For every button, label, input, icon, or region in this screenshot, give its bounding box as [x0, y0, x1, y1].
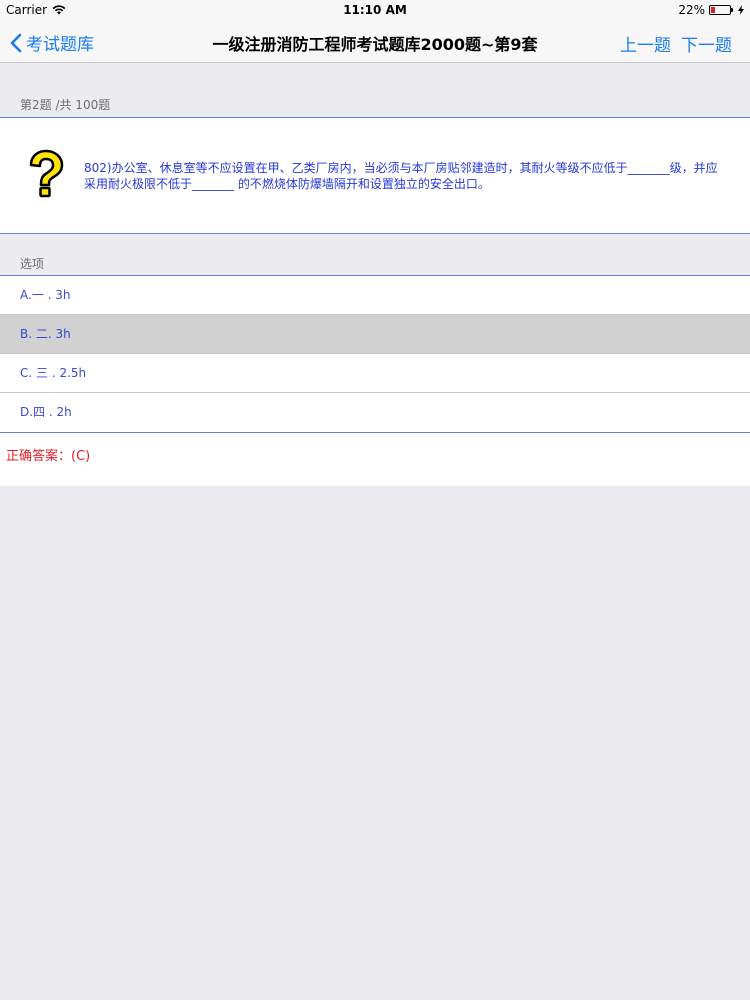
answer-panel: 正确答案：(C)	[0, 433, 750, 486]
option-c[interactable]: C. 三 . 2.5h	[0, 354, 750, 393]
battery-icon	[709, 5, 733, 15]
previous-question-button[interactable]: 上一题	[620, 31, 671, 56]
correct-answer-text: 正确答案：(C)	[6, 449, 91, 464]
status-battery-group: 22%	[678, 3, 744, 17]
options-header-label: 选项	[20, 257, 45, 271]
question-counter: 第2题 /共 100题	[20, 98, 111, 112]
question-mark-icon	[29, 149, 64, 198]
battery-percent: 22%	[678, 3, 705, 17]
next-question-button[interactable]: 下一题	[681, 31, 732, 56]
back-button[interactable]: 考试题库	[10, 30, 94, 55]
status-bar: Carrier 11:10 AM 22%	[0, 0, 750, 20]
question-navigation: 上一题 下一题	[620, 31, 732, 56]
question-card: 802)办公室、休息室等不应设置在甲、乙类厂房内，当必须与本厂房贴邻建造时，其耐…	[0, 117, 750, 234]
status-time: 11:10 AM	[343, 3, 407, 17]
option-b[interactable]: B. 二. 3h	[0, 315, 750, 354]
charging-bolt-icon	[738, 5, 744, 15]
options-list: A.一 . 3h B. 二. 3h C. 三 . 2.5h D.四 . 2h	[0, 275, 750, 433]
option-d[interactable]: D.四 . 2h	[0, 393, 750, 432]
navigation-bar: 考试题库 一级注册消防工程师考试题库2000题~第9套 上一题 下一题	[0, 20, 750, 63]
battery-fill	[711, 7, 715, 13]
page-title: 一级注册消防工程师考试题库2000题~第9套	[212, 35, 538, 54]
question-text: 802)办公室、休息室等不应设置在甲、乙类厂房内，当必须与本厂房贴邻建造时，其耐…	[84, 161, 718, 191]
chevron-left-icon	[10, 33, 22, 52]
back-button-label: 考试题库	[26, 35, 94, 55]
option-a[interactable]: A.一 . 3h	[0, 276, 750, 315]
